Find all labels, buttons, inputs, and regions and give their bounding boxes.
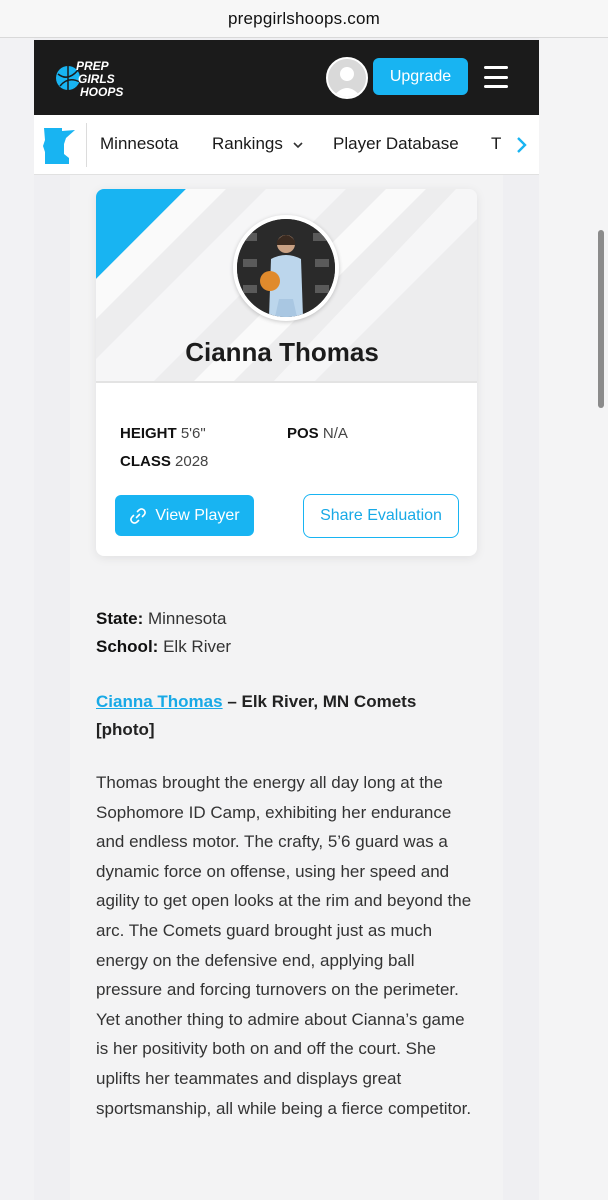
state-subnav: Minnesota Rankings Player Database T — [34, 115, 539, 175]
logo-text-1: PREP — [76, 59, 110, 73]
height-stat: HEIGHT 5'6" — [120, 425, 206, 442]
share-evaluation-button[interactable]: Share Evaluation — [303, 494, 459, 538]
school-value: Elk River — [163, 637, 232, 656]
chevron-right-icon — [516, 137, 527, 153]
player-name-link[interactable]: Cianna Thomas — [96, 692, 223, 711]
position-stat: POS N/A — [287, 425, 348, 442]
nav-player-database[interactable]: Player Database — [333, 134, 459, 154]
height-value: 5'6" — [180, 425, 206, 442]
class-label: CLASS — [120, 453, 171, 470]
logo-text-2: GIRLS — [78, 72, 115, 86]
subnav-scroll-right[interactable] — [504, 115, 539, 174]
nav-rankings-label: Rankings — [212, 134, 283, 153]
browser-url-bar[interactable]: prepgirlshoops.com — [0, 0, 608, 38]
player-card-header: Cianna Thomas — [96, 189, 477, 383]
class-stat: CLASS 2028 — [120, 453, 208, 470]
height-label: HEIGHT — [120, 425, 177, 442]
school-line: School: Elk River — [96, 637, 231, 657]
subnav-divider — [86, 123, 87, 167]
right-gutter — [539, 38, 608, 1200]
prep-girls-hoops-logo[interactable]: PREP GIRLS HOOPS — [54, 54, 126, 100]
link-icon — [130, 507, 147, 524]
state-label: State: — [96, 609, 144, 628]
upgrade-button[interactable]: Upgrade — [373, 58, 468, 95]
user-icon — [333, 67, 361, 97]
user-avatar[interactable] — [326, 57, 368, 99]
player-photo-image — [237, 219, 335, 317]
class-value: 2028 — [175, 453, 209, 470]
evaluation-body: Thomas brought the energy all day long a… — [96, 773, 472, 1118]
view-player-label: View Player — [155, 506, 240, 524]
player-card: Cianna Thomas HEIGHT 5'6" POS N/A CLASS … — [96, 189, 477, 556]
player-photo — [233, 215, 339, 321]
minnesota-state-icon[interactable] — [42, 126, 76, 166]
hamburger-menu-icon[interactable] — [484, 66, 508, 88]
nav-minnesota[interactable]: Minnesota — [100, 134, 178, 154]
site-header: PREP GIRLS HOOPS Upgrade — [34, 40, 539, 115]
school-label: School: — [96, 637, 159, 656]
player-name: Cianna Thomas — [185, 337, 379, 367]
url-text: prepgirlshoops.com — [228, 8, 380, 28]
view-player-button[interactable]: View Player — [115, 495, 254, 536]
state-line: State: Minnesota — [96, 609, 226, 629]
position-label: POS — [287, 425, 319, 442]
position-value: N/A — [322, 425, 348, 442]
state-value: Minnesota — [147, 609, 227, 628]
chevron-down-icon — [293, 141, 303, 148]
nav-rankings[interactable]: Rankings — [212, 134, 304, 154]
logo-text-3: HOOPS — [80, 85, 123, 99]
evaluation-headline: Cianna Thomas – Elk River, MN Comets [ph… — [96, 688, 476, 744]
left-gutter — [0, 38, 34, 1200]
scrollbar[interactable] — [598, 230, 604, 408]
nav-next-item[interactable]: T — [491, 134, 501, 154]
